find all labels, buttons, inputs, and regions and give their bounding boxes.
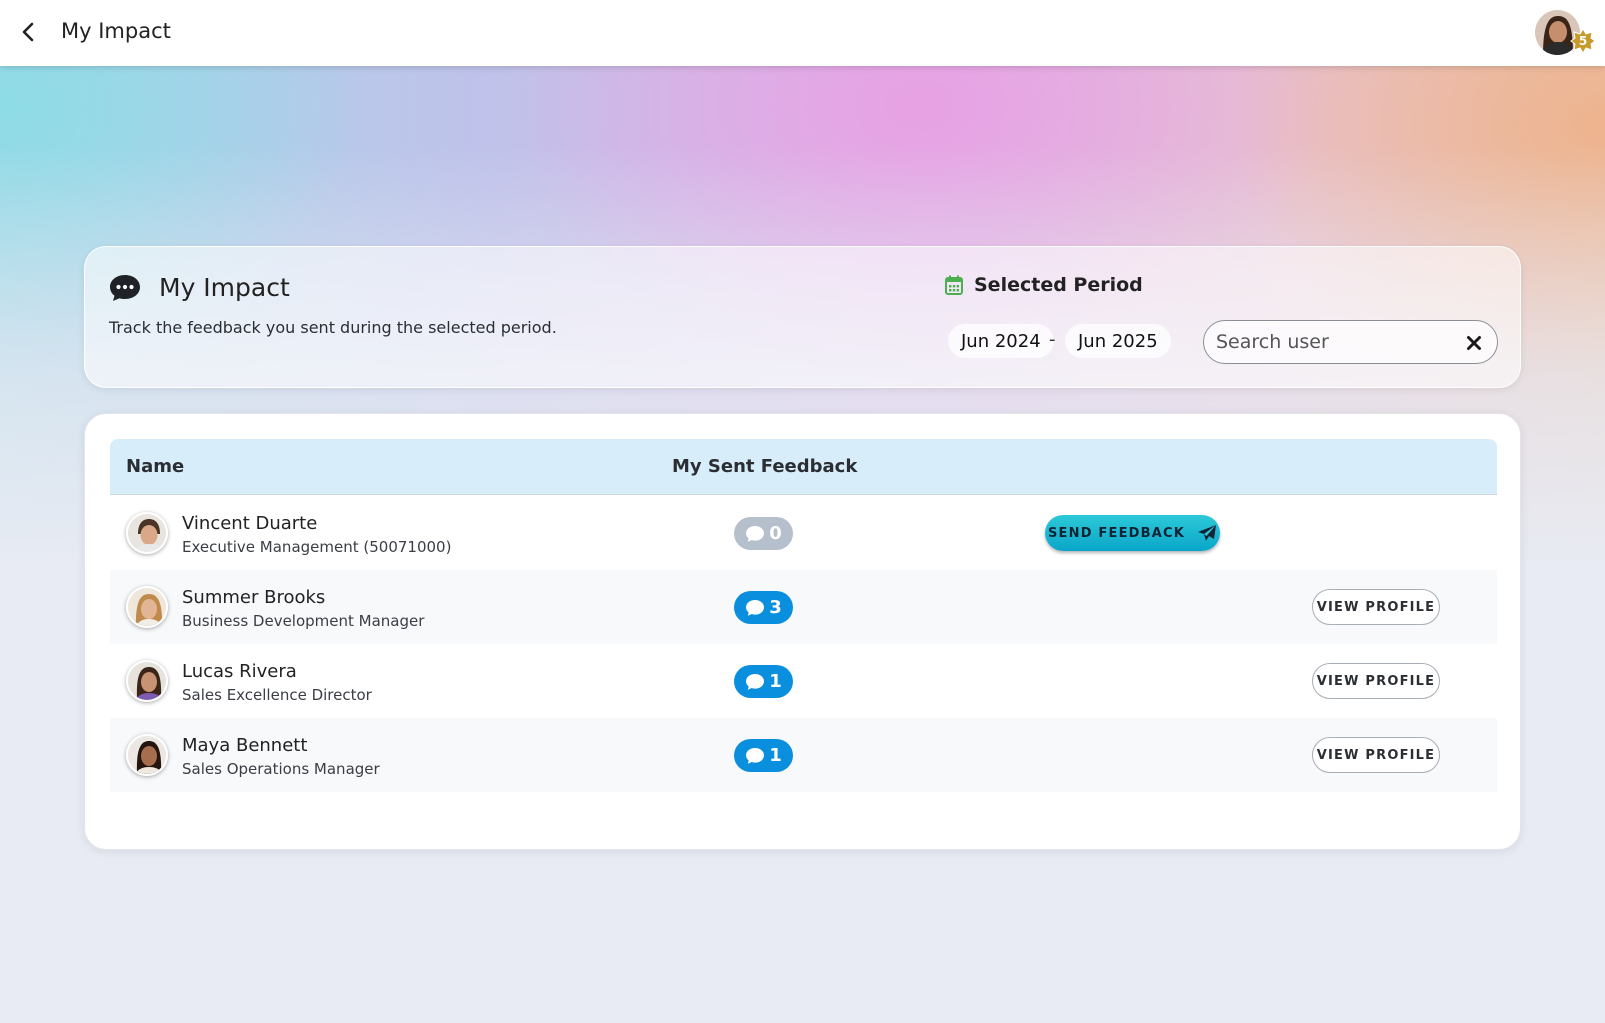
close-icon	[1467, 336, 1481, 350]
level-count: 5	[1578, 34, 1588, 48]
user-name[interactable]: Maya Bennett	[182, 735, 307, 756]
calendar-icon	[945, 275, 963, 295]
column-header-name[interactable]: Name	[126, 456, 184, 477]
person-photo	[128, 736, 166, 774]
user-role: Sales Excellence Director	[182, 686, 372, 704]
view-profile-button[interactable]: VIEW PROFILE	[1312, 737, 1440, 773]
avatar[interactable]	[126, 512, 168, 554]
selected-period-label: Selected Period	[974, 274, 1143, 296]
comment-icon	[746, 673, 765, 690]
page-title: My Impact	[61, 19, 171, 43]
send-feedback-button[interactable]: SEND FEEDBACK	[1045, 515, 1220, 551]
person-photo	[128, 588, 166, 626]
user-name[interactable]: Summer Brooks	[182, 587, 325, 608]
search-user-box	[1203, 320, 1498, 364]
table-row: Maya Bennett Sales Operations Manager 1 …	[110, 718, 1497, 792]
comment-icon	[746, 747, 765, 764]
chevron-left-icon	[22, 22, 34, 42]
user-name[interactable]: Vincent Duarte	[182, 513, 317, 534]
send-feedback-label: SEND FEEDBACK	[1047, 525, 1186, 541]
table-row: Lucas Rivera Sales Excellence Director 1…	[110, 644, 1497, 718]
period-separator: -	[1049, 329, 1056, 350]
level-badge[interactable]: 5	[1570, 28, 1596, 54]
top-app-bar: My Impact 5	[0, 0, 1605, 66]
view-profile-button[interactable]: VIEW PROFILE	[1312, 663, 1440, 699]
comment-icon	[746, 599, 765, 616]
period-start-picker[interactable]: Jun 2024	[948, 324, 1054, 358]
period-end-picker[interactable]: Jun 2025	[1065, 324, 1171, 358]
sent-feedback-value: 1	[769, 745, 782, 766]
impact-header-card: My Impact Track the feedback you sent du…	[84, 246, 1521, 388]
column-header-sent-feedback[interactable]: My Sent Feedback	[672, 456, 857, 477]
table-row: Summer Brooks Business Development Manag…	[110, 570, 1497, 644]
table-row: Vincent Duarte Executive Management (500…	[110, 496, 1497, 570]
comment-icon	[746, 525, 765, 542]
feedback-table-card: Name My Sent Feedback Vincent Duarte Exe…	[84, 413, 1521, 850]
back-button[interactable]	[14, 18, 42, 46]
sent-feedback-count[interactable]: 3	[734, 591, 793, 624]
avatar[interactable]	[126, 734, 168, 776]
search-user-input[interactable]	[1216, 330, 1456, 354]
user-role: Business Development Manager	[182, 612, 425, 630]
sent-feedback-count[interactable]: 1	[734, 739, 793, 772]
person-photo	[128, 514, 166, 552]
paper-plane-icon	[1198, 525, 1217, 541]
person-photo	[128, 662, 166, 700]
card-title: My Impact	[159, 273, 290, 302]
table-header: Name My Sent Feedback	[110, 439, 1497, 495]
sent-feedback-value: 0	[769, 523, 782, 544]
card-description: Track the feedback you sent during the s…	[109, 318, 557, 337]
user-role: Sales Operations Manager	[182, 760, 380, 778]
sent-feedback-value: 3	[769, 597, 782, 618]
chat-bubble-icon	[110, 275, 140, 301]
sent-feedback-value: 1	[769, 671, 782, 692]
sent-feedback-count[interactable]: 0	[734, 517, 793, 550]
user-name[interactable]: Lucas Rivera	[182, 661, 297, 682]
avatar[interactable]	[126, 586, 168, 628]
clear-search-button[interactable]	[1464, 333, 1484, 353]
view-profile-button[interactable]: VIEW PROFILE	[1312, 589, 1440, 625]
user-role: Executive Management (50071000)	[182, 538, 452, 556]
sent-feedback-count[interactable]: 1	[734, 665, 793, 698]
avatar[interactable]	[126, 660, 168, 702]
